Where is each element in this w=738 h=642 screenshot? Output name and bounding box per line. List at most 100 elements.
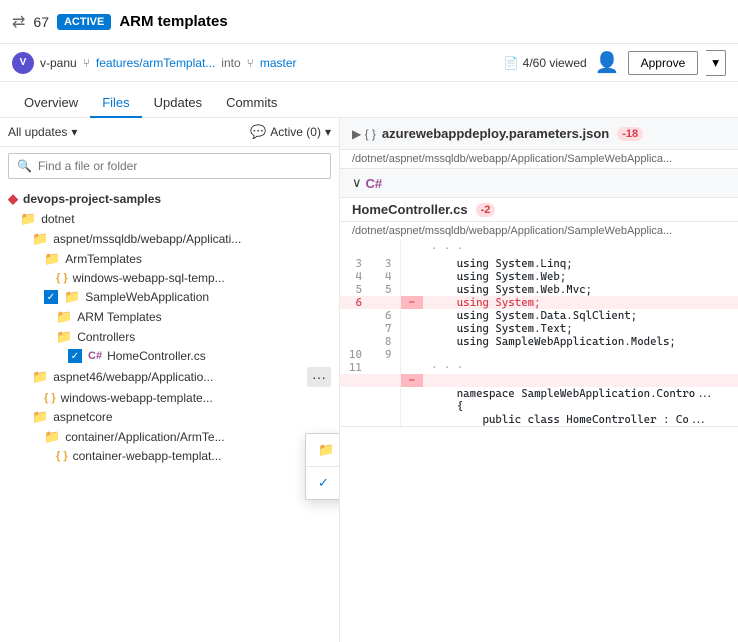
tree-item-label: aspnetcore: [53, 410, 112, 424]
tree-item-windows-sql[interactable]: { } windows-webapp-sql-temp...: [0, 269, 339, 287]
code-row: 5 5 using System.Web.Mvc;: [340, 283, 738, 296]
checkmark-icon: ✓: [318, 475, 334, 491]
collapse-icon[interactable]: ▶ { }: [352, 127, 376, 141]
chevron-down-icon-2: ▾: [325, 125, 331, 139]
tree-item-label: windows-webapp-sql-temp...: [73, 271, 225, 285]
tree-item-homecontroller[interactable]: ✓ C# HomeController.cs: [0, 347, 339, 365]
folder-icon: 📁: [64, 289, 80, 305]
pr-number: 67: [33, 14, 49, 30]
code-row: 7 using System.Text;: [340, 322, 738, 335]
repo-icon: ◆: [8, 191, 18, 207]
comment-icon: 💬: [250, 124, 266, 140]
folder-icon: 📁: [32, 231, 48, 247]
nav-tabs: Overview Files Updates Commits: [0, 82, 738, 118]
active-badge: ACTIVE: [57, 14, 111, 30]
folder-icon: 📁: [44, 429, 60, 445]
tree-item-windows-template[interactable]: { } windows-webapp-template...: [0, 389, 339, 407]
checked-icon-2: ✓: [68, 349, 82, 363]
tree-item-label: devops-project-samples: [23, 192, 161, 206]
tree-item-arm-templates[interactable]: 📁 ARM Templates: [0, 307, 339, 327]
pr-title: ARM templates: [119, 13, 227, 30]
pr-icon: ⇄: [12, 12, 25, 32]
code-row-del: 6 - using System;: [340, 296, 738, 309]
active-comments-filter[interactable]: 💬 Active (0) ▾: [250, 124, 331, 140]
approve-button[interactable]: Approve: [628, 51, 699, 75]
into-label: into: [221, 56, 240, 70]
chevron-down-icon: ▾: [71, 125, 77, 139]
sub-header: V v-panu ⑂ features/armTemplat... into ⑂…: [0, 44, 738, 82]
file-path-json: /dotnet/aspnet/mssqldb/webapp/Applicatio…: [340, 150, 738, 168]
code-row: 6 using System.Data.SqlClient;: [340, 309, 738, 322]
menu-item-view-explorer[interactable]: 📁 View in file explorer: [306, 434, 340, 466]
tree-item-armtemplates[interactable]: 📁 ArmTemplates: [0, 249, 339, 269]
tree-item-controllers[interactable]: 📁 Controllers: [0, 327, 339, 347]
tree-item-label: aspnet/mssqldb/webapp/Applicati...: [53, 232, 241, 246]
approve-dropdown-button[interactable]: ▾: [706, 50, 726, 76]
checked-icon: ✓: [44, 290, 58, 304]
code-row: namespace SampleWebApplication.Contro...: [340, 387, 738, 400]
code-panel: ▶ { } azurewebappdeploy.parameters.json …: [340, 118, 738, 642]
tab-updates[interactable]: Updates: [142, 89, 214, 118]
file-header-cs: HomeController.cs -2: [340, 198, 738, 222]
expand-icon[interactable]: ∨: [352, 175, 362, 191]
tree-item-label: aspnet46/webapp/Applicatio...: [53, 370, 213, 384]
folder-icon: 📁: [44, 251, 60, 267]
tree-item-samplewebapp[interactable]: ✓ 📁 SampleWebApplication: [0, 287, 339, 307]
tree-item-container-webapp[interactable]: { } container-webapp-templat...: [0, 447, 339, 465]
tree-item-dotnet[interactable]: 📁 dotnet: [0, 209, 339, 229]
all-updates-filter[interactable]: All updates ▾: [8, 125, 77, 139]
context-menu-button[interactable]: ···: [307, 367, 331, 387]
tree-item-label: container/Application/ArmTe...: [65, 430, 224, 444]
json-icon-2: { }: [44, 392, 56, 404]
tab-files[interactable]: Files: [90, 89, 141, 118]
search-input[interactable]: [38, 159, 322, 173]
diff-badge-json: -18: [617, 127, 643, 141]
branch-to[interactable]: master: [260, 56, 297, 70]
avatar: V: [12, 52, 34, 74]
file-tree: ◆ devops-project-samples 📁 dotnet 📁 aspn…: [0, 185, 339, 642]
tree-item-label: Controllers: [77, 330, 135, 344]
menu-item-mark-reviewed[interactable]: ✓ Mark as reviewed: [306, 467, 340, 499]
code-row: 3 3 using System.Linq;: [340, 257, 738, 270]
json-icon-3: { }: [56, 450, 68, 462]
tree-item-label: ARM Templates: [77, 310, 161, 324]
code-row-dots2: 11 · · ·: [340, 361, 738, 374]
folder-icon: 📁: [32, 409, 48, 425]
tab-overview[interactable]: Overview: [12, 89, 90, 118]
code-row: 10 9: [340, 348, 738, 361]
branch-from[interactable]: features/armTemplat...: [96, 56, 215, 70]
branch-info: V v-panu ⑂ features/armTemplat... into ⑂…: [12, 52, 297, 74]
code-row: public class HomeController : Co...: [340, 413, 738, 426]
lang-header-cs: ∨ C#: [340, 169, 738, 198]
tree-item-label: windows-webapp-template...: [61, 391, 213, 405]
tree-item-label: SampleWebApplication: [85, 290, 209, 304]
username: v-panu: [40, 56, 77, 70]
file-search-box[interactable]: 🔍: [8, 153, 331, 179]
tree-item-label: container-webapp-templat...: [73, 449, 222, 463]
tree-item-aspnet46[interactable]: 📁 aspnet46/webapp/Applicatio... ···: [0, 365, 339, 389]
tree-item-aspnetcore[interactable]: 📁 aspnetcore: [0, 407, 339, 427]
viewed-count: 📄 4/60 viewed: [504, 56, 587, 70]
tree-item-container[interactable]: 📁 container/Application/ArmTe...: [0, 427, 339, 447]
file-name-cs: HomeController.cs: [352, 202, 468, 217]
file-section-cs: ∨ C# HomeController.cs -2 /dotnet/aspnet…: [340, 169, 738, 427]
tree-item-repo[interactable]: ◆ devops-project-samples: [0, 189, 339, 209]
tree-item-label: dotnet: [41, 212, 74, 226]
code-row: 4 4 using System.Web;: [340, 270, 738, 283]
code-dots: · · ·: [340, 240, 738, 257]
dots-code: · · ·: [423, 240, 738, 257]
tree-item-label: ArmTemplates: [65, 252, 142, 266]
code-row: 8 using SampleWebApplication.Models;: [340, 335, 738, 348]
main-layout: All updates ▾ 💬 Active (0) ▾ 🔍 ◆ devops-…: [0, 118, 738, 642]
user-icon: 👤: [595, 50, 620, 75]
branch-icon: ⑂: [83, 56, 90, 70]
file-header-json: ▶ { } azurewebappdeploy.parameters.json …: [340, 118, 738, 150]
top-header: ⇄ 67 ACTIVE ARM templates: [0, 0, 738, 44]
header-right: 📄 4/60 viewed 👤 Approve ▾: [504, 50, 726, 76]
tab-commits[interactable]: Commits: [214, 89, 289, 118]
tree-item-aspnet[interactable]: 📁 aspnet/mssqldb/webapp/Applicati...: [0, 229, 339, 249]
search-icon: 🔍: [17, 159, 32, 173]
tree-item-label: HomeController.cs: [107, 349, 206, 363]
json-icon: { }: [56, 272, 68, 284]
diff-badge-cs: -2: [476, 203, 496, 217]
